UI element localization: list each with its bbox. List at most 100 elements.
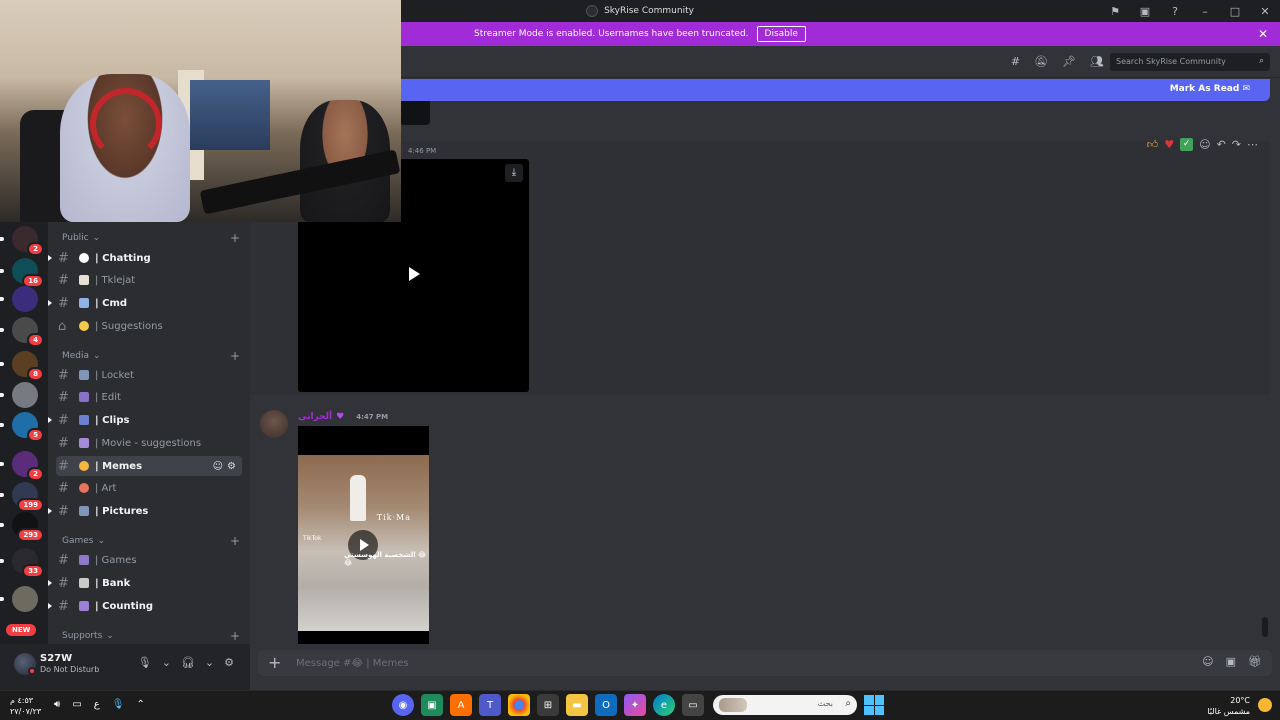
message-input[interactable] bbox=[296, 655, 1096, 671]
member-list-icon[interactable]: 👥︎ bbox=[1090, 55, 1104, 68]
channel-suggestions[interactable]: ⌂ | Suggestions bbox=[48, 316, 242, 336]
flag-icon[interactable]: ⚑ bbox=[1100, 0, 1130, 22]
search-input[interactable]: Search SkyRise Community ⌕ bbox=[1110, 53, 1270, 71]
taskbar-search[interactable]: بحث ⌕ bbox=[713, 695, 857, 715]
server-icon[interactable]: 8 bbox=[12, 351, 44, 381]
channel-movie-suggestions[interactable]: # | Movie - suggestions bbox=[48, 433, 242, 453]
server-icon[interactable]: 4 bbox=[12, 317, 44, 347]
maximize-button[interactable]: □ bbox=[1220, 0, 1250, 22]
channel-clips[interactable]: # | Clips bbox=[48, 410, 242, 430]
gear-icon[interactable]: ⚙ bbox=[224, 656, 234, 669]
channel-bank[interactable]: # | Bank bbox=[48, 573, 242, 593]
chrome-app-icon[interactable] bbox=[508, 694, 530, 716]
unread-pill bbox=[0, 423, 4, 427]
microphone-icon[interactable]: 🎙︎ bbox=[112, 699, 125, 710]
threads-icon[interactable]: # bbox=[1011, 55, 1020, 68]
clock[interactable]: ٤:٥٣ م ٢٧/٠٧/٢٣ bbox=[10, 695, 41, 717]
server-icon[interactable]: 293 bbox=[12, 512, 44, 542]
chevron-down-icon[interactable]: ⌄ bbox=[205, 656, 214, 669]
channel-tklejat[interactable]: # | Tklejat bbox=[48, 270, 242, 290]
play-icon[interactable] bbox=[409, 267, 420, 281]
teams-app-icon[interactable]: T bbox=[479, 694, 501, 716]
username[interactable]: S27W bbox=[40, 653, 72, 664]
server-icon[interactable]: 5 bbox=[12, 412, 44, 442]
channel-art[interactable]: # | Art bbox=[48, 478, 242, 498]
category-games[interactable]: Games ⌄ + bbox=[62, 534, 240, 548]
store-app-icon[interactable]: ⊞ bbox=[537, 694, 559, 716]
emoji-icon[interactable]: ☺ bbox=[1202, 655, 1213, 668]
start-button[interactable] bbox=[864, 695, 884, 715]
server-icon[interactable]: 2 bbox=[12, 451, 44, 481]
channel-locket[interactable]: # | Locket bbox=[48, 365, 242, 385]
close-window-button[interactable]: ✕ bbox=[1250, 0, 1280, 22]
headphones-icon[interactable]: 🎧︎ bbox=[181, 656, 195, 669]
file-explorer-icon[interactable]: ▬ bbox=[566, 694, 588, 716]
add-channel-icon[interactable]: + bbox=[230, 629, 240, 643]
more-icon[interactable]: ⋯ bbox=[1247, 138, 1258, 151]
video-attachment[interactable]: Tik·Ma TikTok الشخصية الهوسستي 😂😂 bbox=[298, 426, 429, 644]
obs-app-icon[interactable]: ▣ bbox=[421, 694, 443, 716]
server-icon[interactable] bbox=[12, 586, 38, 612]
help-icon[interactable]: ? bbox=[1160, 0, 1190, 22]
add-reaction-icon[interactable]: ☺ bbox=[1199, 138, 1210, 151]
broken-heart-icon[interactable]: ♥ bbox=[1164, 138, 1174, 151]
pin-icon[interactable]: 📌︎ bbox=[1062, 55, 1076, 68]
chevron-down-icon[interactable]: ⌄ bbox=[162, 656, 171, 669]
new-badge[interactable]: NEW bbox=[6, 624, 37, 636]
chevron-up-icon[interactable]: ⌃ bbox=[136, 699, 144, 710]
gear-icon[interactable]: ⚙ bbox=[227, 461, 236, 472]
server-icon[interactable]: 16 bbox=[12, 258, 44, 288]
add-channel-icon[interactable]: + bbox=[230, 231, 240, 245]
outlook-app-icon[interactable]: O bbox=[595, 694, 617, 716]
sticker-icon[interactable]: ▣ bbox=[1226, 655, 1236, 668]
add-channel-icon[interactable]: + bbox=[230, 349, 240, 363]
illustrator-app-icon[interactable]: A bbox=[450, 694, 472, 716]
microphone-icon[interactable]: 🎙︎ bbox=[138, 656, 152, 669]
inbox-icon[interactable]: ▣ bbox=[1130, 0, 1160, 22]
category-public[interactable]: Public ⌄ + bbox=[62, 231, 240, 245]
scrollbar[interactable] bbox=[1262, 617, 1268, 637]
weather-widget[interactable]: 20°C مشمس غالبًا bbox=[1207, 695, 1250, 717]
reply-icon[interactable]: ↶ bbox=[1217, 138, 1226, 151]
server-icon[interactable]: 2 bbox=[12, 226, 44, 256]
channel-name: | Movie - suggestions bbox=[95, 437, 202, 449]
unread-pill bbox=[0, 393, 4, 397]
channel-pictures[interactable]: # | Pictures bbox=[48, 501, 242, 521]
mark-as-read-button[interactable]: Mark As Read ✉︎ bbox=[1170, 84, 1250, 94]
network-icon[interactable]: ▭ bbox=[72, 699, 81, 710]
close-icon[interactable]: ✕ bbox=[1258, 27, 1268, 41]
new-messages-bar[interactable]: Mark As Read ✉︎ bbox=[250, 79, 1270, 101]
discord-app-icon[interactable]: ◉ bbox=[392, 694, 414, 716]
copilot-app-icon[interactable]: ✦ bbox=[624, 694, 646, 716]
channel-cmd[interactable]: # | Cmd bbox=[48, 293, 242, 313]
avatar[interactable] bbox=[260, 410, 288, 438]
gift-icon[interactable]: 🎁︎ bbox=[1248, 655, 1262, 668]
server-icon[interactable] bbox=[12, 286, 38, 312]
minimize-button[interactable]: – bbox=[1190, 0, 1220, 22]
server-icon[interactable] bbox=[12, 382, 38, 408]
add-attachment-icon[interactable]: + bbox=[268, 653, 281, 672]
thumbs-up-icon[interactable]: 👍︎ bbox=[1147, 138, 1159, 151]
category-supports[interactable]: Supports ⌄ + bbox=[62, 629, 240, 643]
hash-icon: # bbox=[58, 272, 69, 288]
add-channel-icon[interactable]: + bbox=[230, 534, 240, 548]
channel-edit[interactable]: # | Edit bbox=[48, 387, 242, 407]
category-media[interactable]: Media ⌄ + bbox=[62, 349, 240, 363]
channel-games[interactable]: # | Games bbox=[48, 550, 242, 570]
forward-icon[interactable]: ↷ bbox=[1232, 138, 1241, 151]
channel-chatting[interactable]: # | Chatting bbox=[48, 248, 242, 268]
notifications-muted-icon[interactable]: 🔕︎ bbox=[1034, 55, 1048, 68]
language-indicator[interactable]: ع bbox=[94, 699, 100, 710]
message-author[interactable]: ألجراني bbox=[298, 412, 332, 422]
download-icon[interactable]: ⤓ bbox=[505, 164, 523, 182]
edge-app-icon[interactable]: e bbox=[653, 694, 675, 716]
invite-icon[interactable]: ☺ bbox=[213, 461, 223, 472]
channel-counting[interactable]: # | Counting bbox=[48, 596, 242, 616]
window-app-icon[interactable]: ▭ bbox=[682, 694, 704, 716]
channel-memes[interactable]: # | Memes ☺ ⚙ bbox=[56, 456, 242, 476]
disable-streamer-mode-button[interactable]: Disable bbox=[756, 26, 806, 42]
server-icon[interactable]: 33 bbox=[12, 548, 44, 578]
server-icon[interactable]: 199 bbox=[12, 482, 44, 512]
volume-icon[interactable]: 🔊︎ bbox=[54, 699, 60, 710]
check-mark-icon[interactable]: ✓ bbox=[1180, 137, 1194, 151]
